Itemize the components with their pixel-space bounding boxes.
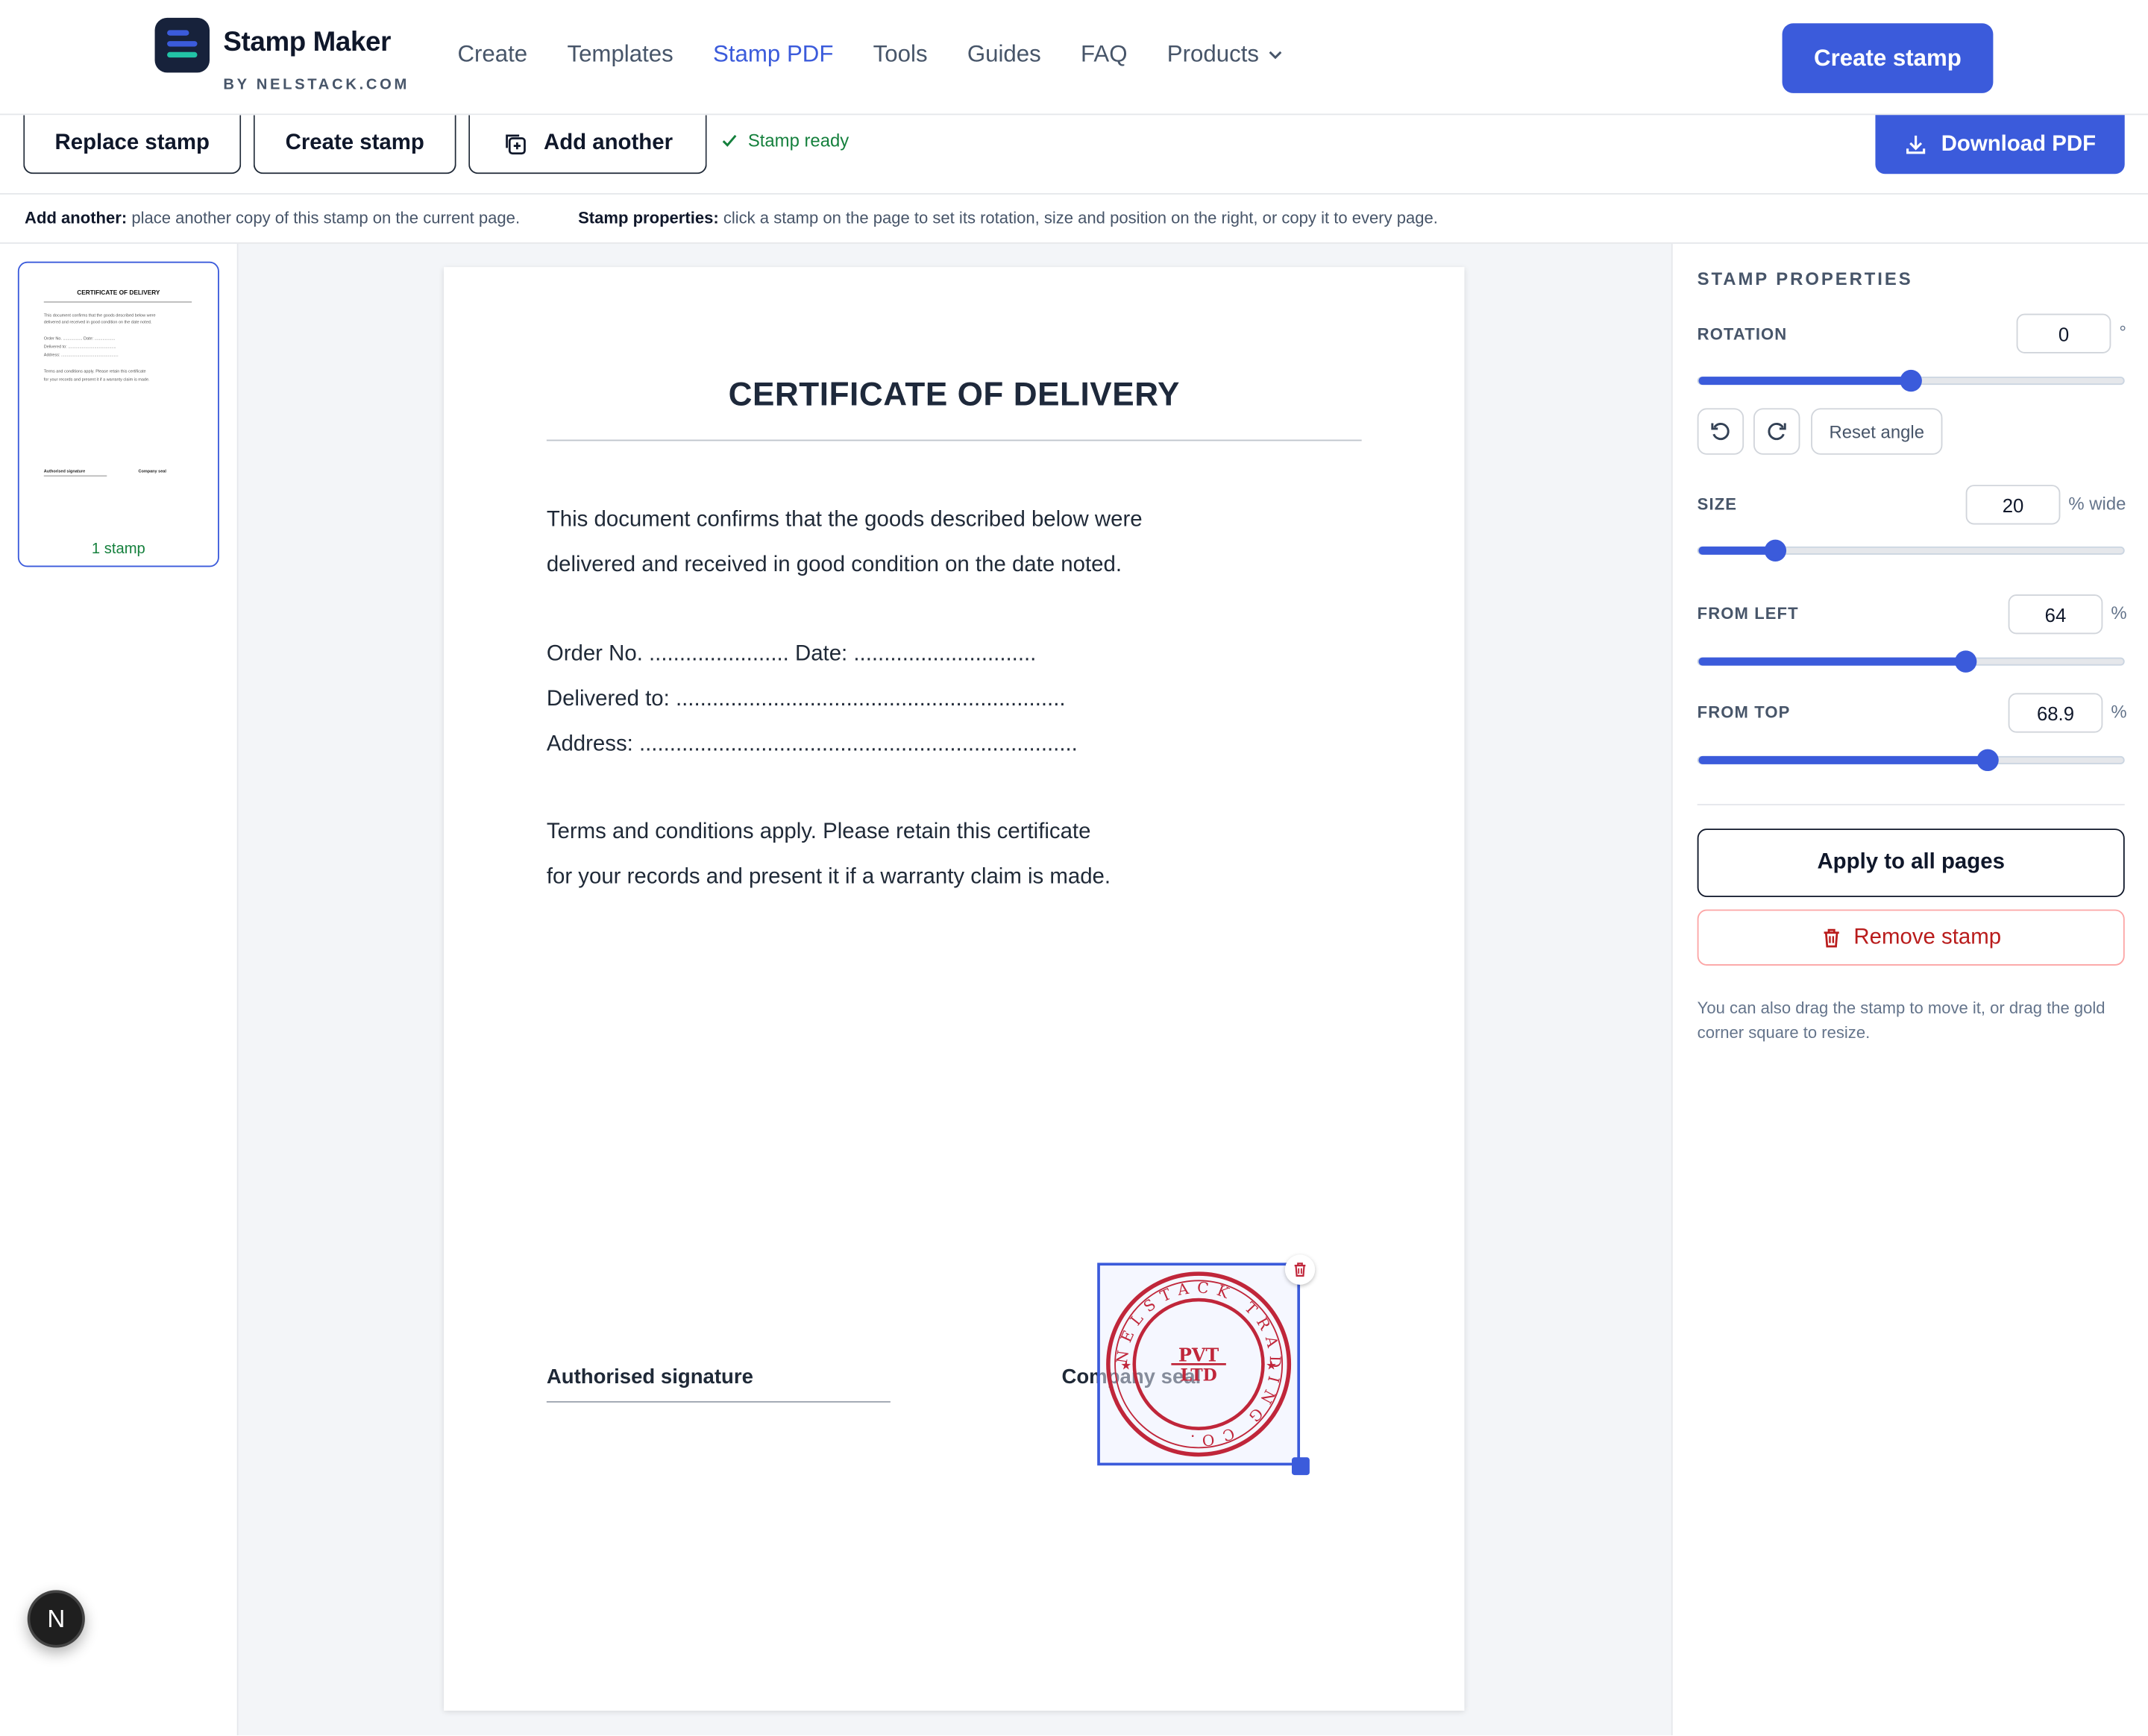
page-thumbnails: CERTIFICATE OF DELIVERY This document co… xyxy=(0,243,239,1736)
top-header: Stamp Maker BY NELSTACK.COM Create Templ… xyxy=(0,0,2148,116)
size-input[interactable]: 20 xyxy=(1965,485,2061,525)
rotate-right-button[interactable] xyxy=(1753,408,1800,455)
from-top-label: FROM TOP xyxy=(1697,702,1791,722)
from-left-slider[interactable] xyxy=(1697,650,2125,673)
chevron-down-icon xyxy=(1269,51,1282,60)
signature-line xyxy=(546,1400,891,1403)
document-paragraph-intro: This document confirms that the goods de… xyxy=(546,508,1143,577)
size-slider-knob[interactable] xyxy=(1764,539,1786,562)
rotate-ccw-icon xyxy=(1711,422,1730,441)
thumbnail-title: CERTIFICATE OF DELIVERY xyxy=(77,289,160,296)
n-badge-icon[interactable]: N xyxy=(27,1590,85,1648)
add-another-label: Add another xyxy=(543,131,673,155)
document-title: CERTIFICATE OF DELIVERY xyxy=(728,377,1180,414)
editor-toolbar: Replace stamp Create stamp Add another S… xyxy=(0,115,2148,195)
from-top-slider-knob[interactable] xyxy=(1976,749,1999,772)
title-divider xyxy=(546,439,1362,441)
from-left-slider-knob[interactable] xyxy=(1955,650,1977,673)
rotation-unit: ° xyxy=(2119,321,2126,343)
nav-guides[interactable]: Guides xyxy=(967,41,1041,69)
download-pdf-label: Download PDF xyxy=(1941,132,2097,156)
create-stamp-button[interactable]: Create stamp xyxy=(253,115,456,174)
from-top-unit: % xyxy=(2111,701,2127,722)
nav-templates[interactable]: Templates xyxy=(567,41,673,69)
hint-props-text: click a stamp on the page to set its rot… xyxy=(723,208,1438,227)
nav-products-label: Products xyxy=(1166,41,1260,67)
stamp-status-text: Stamp ready xyxy=(747,130,850,151)
brand-subtitle: BY NELSTACK.COM xyxy=(223,76,410,93)
main-nav: Create Templates Stamp PDF Tools Guides … xyxy=(457,41,1323,69)
svg-text:★: ★ xyxy=(1120,1359,1131,1373)
nav-products[interactable]: Products xyxy=(1167,41,1284,69)
check-icon xyxy=(722,134,737,147)
reset-angle-button[interactable]: Reset angle xyxy=(1811,408,1943,455)
brand-name[interactable]: Stamp Maker xyxy=(223,28,391,59)
rotation-input[interactable]: 0 xyxy=(2016,313,2111,353)
from-left-input[interactable]: 64 xyxy=(2008,594,2103,635)
size-label: SIZE xyxy=(1697,494,1738,514)
stamp-status: Stamp ready xyxy=(720,130,849,151)
nav-stamp-pdf[interactable]: Stamp PDF xyxy=(713,41,833,69)
document-paragraph-terms: Terms and conditions apply. Please retai… xyxy=(546,820,1111,890)
document-canvas: CERTIFICATE OF DELIVERY This document co… xyxy=(238,243,1671,1736)
stamp-properties-panel: STAMP PROPERTIES ROTATION 0 ° Reset angl… xyxy=(1671,243,2148,1736)
nav-tools[interactable]: Tools xyxy=(873,41,928,69)
header-create-stamp-button[interactable]: Create stamp xyxy=(1782,23,1994,93)
apply-to-all-pages-button[interactable]: Apply to all pages xyxy=(1697,828,2125,898)
hint-bar: Add another: place another copy of this … xyxy=(0,195,2148,244)
hint-add-label: Add another: xyxy=(25,208,128,227)
replace-stamp-button[interactable]: Replace stamp xyxy=(23,115,242,174)
stamp-seal-icon: NELSTACK TRADING CO. ★ ★ PVT LTD xyxy=(1106,1271,1292,1457)
rotation-slider-knob[interactable] xyxy=(1900,369,1922,392)
placed-stamp[interactable]: NELSTACK TRADING CO. ★ ★ PVT LTD xyxy=(1097,1254,1316,1476)
add-another-button[interactable]: Add another xyxy=(468,115,707,174)
rotate-cw-icon xyxy=(1768,422,1786,441)
from-top-input[interactable]: 68.9 xyxy=(2008,693,2103,733)
signature-label: Authorised signature xyxy=(546,1365,753,1389)
download-icon xyxy=(1906,135,1926,154)
from-left-label: FROM LEFT xyxy=(1697,603,1799,623)
trash-icon xyxy=(1824,928,1840,947)
panel-help-note: You can also drag the stamp to move it, … xyxy=(1697,998,2105,1042)
panel-divider xyxy=(1697,804,2125,805)
size-slider[interactable] xyxy=(1697,539,2125,562)
thumbnail-stamp-count: 1 stamp xyxy=(91,541,145,558)
stamp-resize-handle[interactable] xyxy=(1292,1457,1310,1476)
trash-icon xyxy=(1294,1262,1306,1277)
document-fields: Order No. ....................... Date: … xyxy=(546,642,1078,756)
page-thumbnail[interactable]: CERTIFICATE OF DELIVERY This document co… xyxy=(17,261,219,567)
rotate-left-button[interactable] xyxy=(1697,408,1745,455)
panel-title: STAMP PROPERTIES xyxy=(1697,268,1913,289)
nav-create[interactable]: Create xyxy=(457,41,527,69)
stamp-delete-button[interactable] xyxy=(1284,1254,1316,1285)
hint-add-another: Add another: place another copy of this … xyxy=(25,208,520,227)
copy-add-icon xyxy=(506,134,526,155)
from-left-unit: % xyxy=(2111,603,2127,623)
stamp-center-bottom: LTD xyxy=(1181,1365,1217,1385)
stamp-maker-logo-icon[interactable] xyxy=(154,17,210,73)
from-top-slider[interactable] xyxy=(1697,749,2125,772)
rotation-label: ROTATION xyxy=(1697,324,1788,345)
document-page[interactable]: CERTIFICATE OF DELIVERY This document co… xyxy=(444,267,1465,1711)
hint-add-text: place another copy of this stamp on the … xyxy=(131,208,521,227)
hint-stamp-properties: Stamp properties: click a stamp on the p… xyxy=(578,208,1438,227)
hint-props-label: Stamp properties: xyxy=(578,208,719,227)
nav-faq[interactable]: FAQ xyxy=(1081,41,1127,69)
remove-stamp-label: Remove stamp xyxy=(1853,925,2002,949)
download-pdf-button[interactable]: Download PDF xyxy=(1875,115,2125,174)
remove-stamp-button[interactable]: Remove stamp xyxy=(1697,909,2125,966)
svg-text:★: ★ xyxy=(1266,1359,1277,1373)
stamp-center-top: PVT xyxy=(1178,1345,1219,1366)
rotation-slider[interactable] xyxy=(1697,369,2125,392)
size-unit: % wide xyxy=(2068,493,2126,514)
